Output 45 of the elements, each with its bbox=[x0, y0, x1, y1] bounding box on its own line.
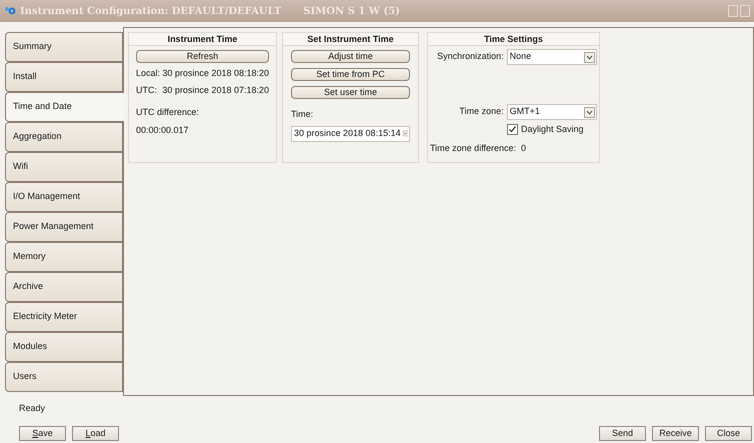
gear-icon bbox=[4, 6, 16, 16]
sidebar-tab[interactable]: Users bbox=[5, 362, 123, 392]
synchronization-dropdown[interactable]: None bbox=[506, 49, 597, 65]
dialog-button[interactable]: Close bbox=[705, 426, 752, 440]
dialog-button[interactable]: Send bbox=[599, 426, 646, 440]
sidebar-tab[interactable]: Time and Date bbox=[5, 92, 124, 122]
time-label: Time: bbox=[291, 108, 314, 121]
dialog-button[interactable]: Receive bbox=[652, 426, 699, 440]
sidebar-tab[interactable]: Power Management bbox=[5, 212, 123, 242]
sidebar-tab[interactable]: Summary bbox=[5, 32, 123, 62]
time-label: Local: bbox=[136, 67, 162, 80]
maximize-button[interactable] bbox=[740, 5, 750, 17]
sidebar-tab[interactable]: Wifi bbox=[5, 152, 123, 182]
sidebar-tab[interactable]: Install bbox=[5, 62, 123, 92]
time-zone-label: Time zone: bbox=[458, 105, 504, 118]
synchronization-label: Synchronization: bbox=[436, 50, 504, 64]
time-value: 30 prosince 2018 08:18:20 bbox=[162, 67, 269, 80]
window-title: Instrument Configuration: DEFAULT/DEFAULT bbox=[20, 4, 282, 18]
time-dropdown[interactable]: 30 prosince 2018 08:15:14 bbox=[291, 126, 410, 142]
minimize-button[interactable] bbox=[728, 5, 738, 17]
sidebar-tab[interactable]: Archive bbox=[5, 272, 123, 302]
dialog-button[interactable]: Save bbox=[19, 426, 66, 440]
status-text: Ready bbox=[19, 402, 46, 415]
sidebar-tab[interactable]: Aggregation bbox=[5, 122, 123, 152]
sidebar-tab[interactable]: Electricity Meter bbox=[5, 302, 123, 332]
group-title: Instrument Time bbox=[129, 33, 276, 46]
dialog-button[interactable]: Load bbox=[72, 426, 119, 440]
sidebar-tab[interactable]: Memory bbox=[5, 242, 123, 272]
refresh-button[interactable]: Refresh bbox=[136, 50, 269, 63]
sidebar-tab[interactable]: Modules bbox=[5, 332, 123, 362]
group-title: Time Settings bbox=[428, 33, 599, 46]
action-button[interactable]: Set time from PC bbox=[291, 68, 410, 81]
sidebar-tab[interactable]: I/O Management bbox=[5, 182, 123, 212]
time-label: UTC: bbox=[136, 84, 158, 96]
utc-difference-value: 00:00:00.017 bbox=[136, 124, 190, 136]
action-button[interactable]: Set user time bbox=[291, 86, 410, 99]
group-title: Set Instrument Time bbox=[283, 33, 418, 46]
window-subtitle: SIMON S 1 W (5) bbox=[303, 4, 400, 18]
time-zone-dropdown[interactable]: GMT+1 bbox=[506, 104, 597, 120]
daylight-saving-checkbox[interactable]: Daylight Saving bbox=[507, 123, 584, 136]
checkbox-icon[interactable] bbox=[507, 124, 518, 136]
time-value: 30 prosince 2018 07:18:20 bbox=[162, 84, 269, 97]
utc-difference-label: UTC difference: bbox=[136, 106, 200, 119]
time-zone-difference: Time zone difference: 0 bbox=[430, 142, 528, 154]
action-button[interactable]: Adjust time bbox=[291, 50, 410, 63]
